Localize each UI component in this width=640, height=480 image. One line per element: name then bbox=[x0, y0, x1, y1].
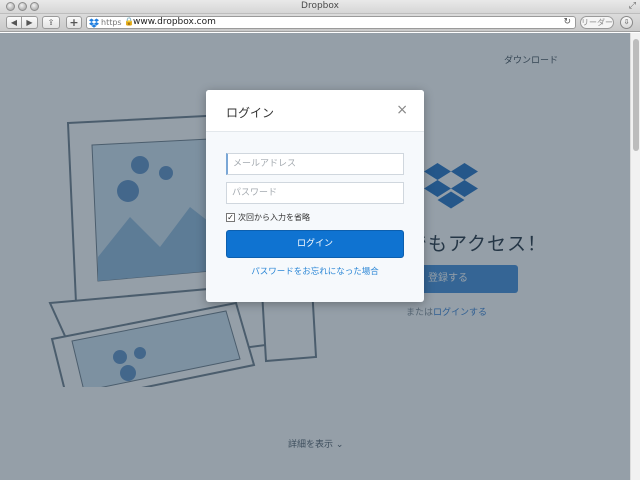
back-button[interactable]: ◀ bbox=[6, 16, 22, 29]
remember-label: 次回から入力を省略 bbox=[238, 212, 310, 222]
modal-header: ログイン × bbox=[206, 90, 424, 132]
share-button[interactable]: ⇪ bbox=[42, 16, 60, 29]
url-scheme: https bbox=[101, 18, 122, 27]
scroll-thumb[interactable] bbox=[633, 39, 639, 151]
window-title: Dropbox bbox=[301, 1, 339, 11]
remember-me[interactable]: ✓ 次回から入力を省略 bbox=[226, 211, 310, 223]
page-scrollbar[interactable] bbox=[630, 33, 640, 480]
forward-button[interactable]: ▶ bbox=[22, 16, 38, 29]
fullscreen-icon[interactable]: ⤢ bbox=[629, 1, 636, 11]
url-text: www.dropbox.com bbox=[133, 17, 216, 27]
login-modal: ログイン × ✓ 次回から入力を省略 ログイン パスワードをお忘れになった場合 bbox=[206, 90, 424, 302]
close-icon[interactable]: × bbox=[396, 102, 408, 118]
forgot-password-link[interactable]: パスワードをお忘れになった場合 bbox=[206, 265, 424, 277]
window-titlebar: Dropbox ⤢ bbox=[0, 0, 640, 14]
downloads-button[interactable]: ⇩ bbox=[620, 16, 633, 29]
dropbox-favicon-icon bbox=[89, 18, 99, 28]
login-button[interactable]: ログイン bbox=[226, 230, 404, 258]
browser-toolbar: ◀ ▶ ⇪ + https 🔒 www.dropbox.com ↻ リーダー ⇩ bbox=[0, 14, 640, 32]
email-field[interactable] bbox=[226, 153, 404, 175]
reload-icon[interactable]: ↻ bbox=[563, 17, 571, 27]
password-field[interactable] bbox=[226, 182, 404, 204]
remember-checkbox[interactable]: ✓ bbox=[226, 212, 235, 222]
address-bar[interactable]: https 🔒 www.dropbox.com ↻ bbox=[86, 16, 576, 29]
modal-title: ログイン bbox=[226, 106, 275, 120]
reader-button[interactable]: リーダー bbox=[580, 16, 614, 29]
new-tab-button[interactable]: + bbox=[66, 16, 82, 29]
